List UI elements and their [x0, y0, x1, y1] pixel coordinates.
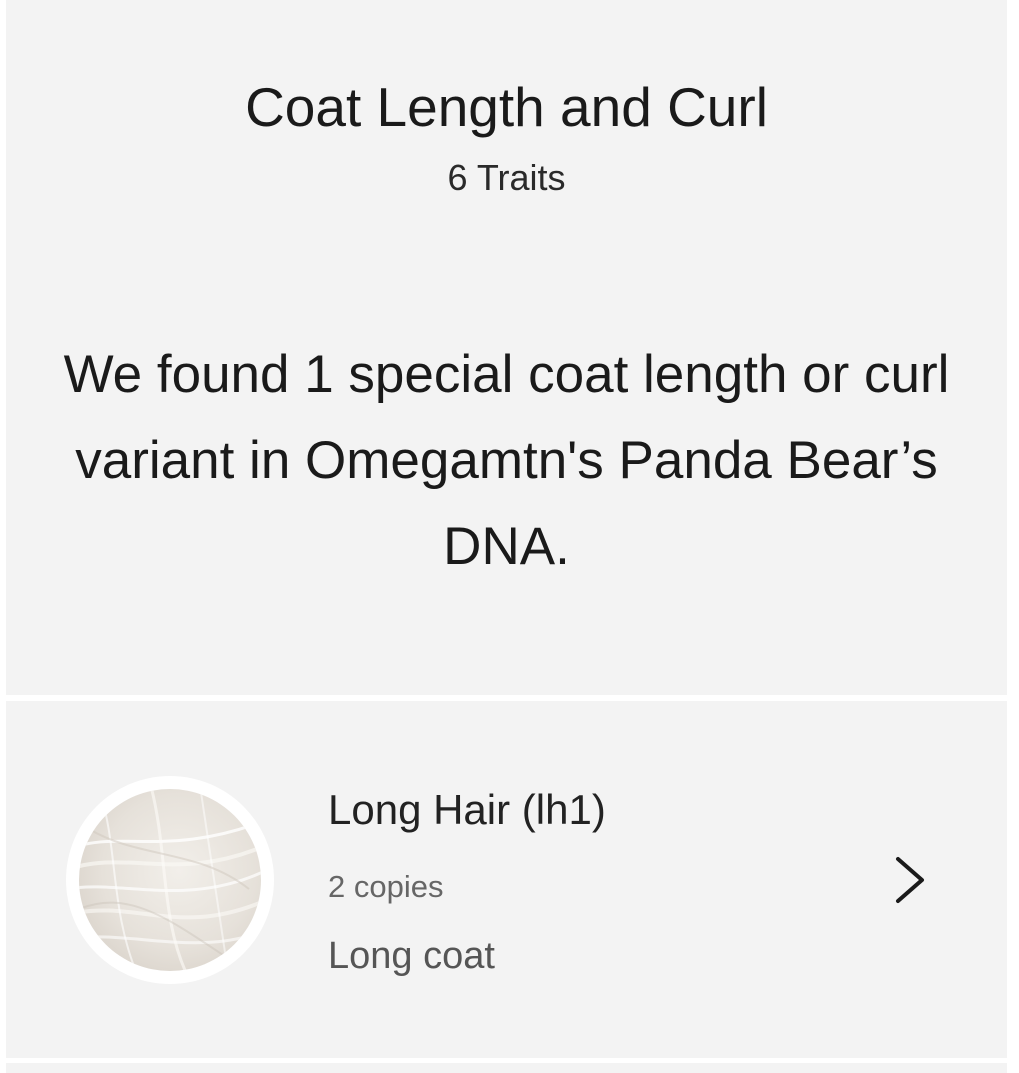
trait-count: 6 Traits: [447, 157, 566, 198]
trait-row-long-hair[interactable]: Long Hair (lh1) 2 copies Long coat: [6, 701, 1007, 1058]
trait-description: Long coat: [328, 935, 495, 977]
trait-category-header: Coat Length and Curl 6 Traits We found 1…: [6, 0, 1007, 695]
trait-copies: 2 copies: [328, 869, 444, 904]
page: Coat Length and Curl 6 Traits We found 1…: [0, 0, 1019, 1073]
chevron-right-icon[interactable]: [888, 851, 932, 909]
trait-image-frame: [66, 776, 274, 984]
page-title: Coat Length and Curl: [245, 76, 768, 138]
next-trait-row: [6, 1063, 1007, 1073]
summary-text: We found 1 special coat length or curl v…: [63, 345, 950, 576]
white-long-fur-thumbnail: [79, 789, 261, 971]
trait-name: Long Hair (lh1): [328, 786, 606, 833]
